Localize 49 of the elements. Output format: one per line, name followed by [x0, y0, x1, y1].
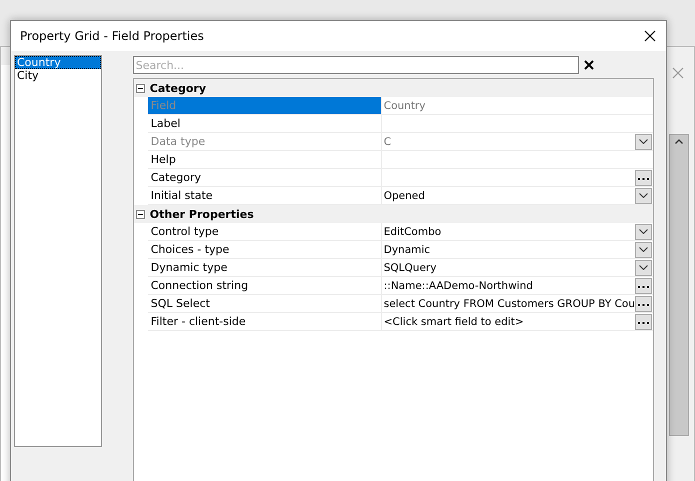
property-name[interactable]: Dynamic type [148, 259, 382, 276]
collapse-icon[interactable] [136, 210, 145, 218]
scrollbar[interactable] [669, 134, 689, 436]
ellipsis-button[interactable] [635, 296, 652, 312]
window-title: Property Grid - Field Properties [20, 29, 204, 43]
dropdown-button[interactable] [635, 224, 652, 240]
property-name[interactable]: Label [148, 115, 382, 132]
property-name[interactable]: Category [148, 169, 382, 186]
property-value[interactable]: select Country FROM Customers GROUP BY Cou [384, 298, 635, 310]
clear-icon[interactable] [584, 60, 594, 70]
list-item[interactable]: Country [15, 56, 101, 69]
property-value[interactable]: ::Name::AADemo-Northwind [384, 280, 635, 292]
chevron-down-icon[interactable] [639, 265, 648, 270]
property-value: Country [384, 100, 426, 112]
dropdown-button[interactable] [635, 242, 652, 258]
collapse-icon[interactable] [136, 84, 145, 92]
property-value[interactable]: EditCombo [384, 226, 635, 238]
dropdown-button[interactable] [635, 260, 652, 276]
dropdown-button[interactable] [635, 188, 652, 204]
property-value[interactable]: <Click smart field to edit> [384, 316, 635, 328]
dropdown-button[interactable] [635, 134, 652, 150]
property-name[interactable]: Initial state [148, 187, 382, 204]
chevron-down-icon[interactable] [639, 139, 648, 144]
property-name[interactable]: Connection string [148, 277, 382, 294]
property-name[interactable]: Control type [148, 223, 382, 240]
chevron-down-icon[interactable] [639, 247, 648, 252]
property-value: C [384, 136, 392, 148]
ellipsis-icon[interactable] [638, 304, 649, 306]
property-name[interactable]: Choices - type [148, 241, 382, 258]
property-value[interactable]: Dynamic [384, 244, 635, 256]
chevron-down-icon[interactable] [639, 193, 648, 198]
property-value[interactable]: SQLQuery [384, 262, 635, 274]
property-name[interactable]: Filter - client-side [148, 313, 382, 330]
caret-up-icon[interactable] [675, 139, 683, 144]
list-item[interactable]: City [15, 69, 101, 82]
category-header: Category [150, 82, 206, 94]
property-name[interactable]: Help [148, 151, 382, 168]
ellipsis-icon[interactable] [638, 322, 649, 324]
ellipsis-button[interactable] [635, 170, 652, 186]
search-field[interactable]: Search... [132, 56, 579, 74]
chevron-down-icon[interactable] [639, 229, 648, 234]
ellipsis-button[interactable] [635, 278, 652, 294]
ellipsis-button[interactable] [635, 314, 652, 330]
category-header: Other Properties [150, 208, 254, 220]
ellipsis-icon[interactable] [638, 178, 649, 180]
close-icon[interactable] [644, 30, 656, 42]
property-value[interactable]: Opened [384, 190, 635, 202]
property-name[interactable]: SQL Select [148, 295, 382, 312]
ellipsis-icon[interactable] [638, 286, 649, 288]
